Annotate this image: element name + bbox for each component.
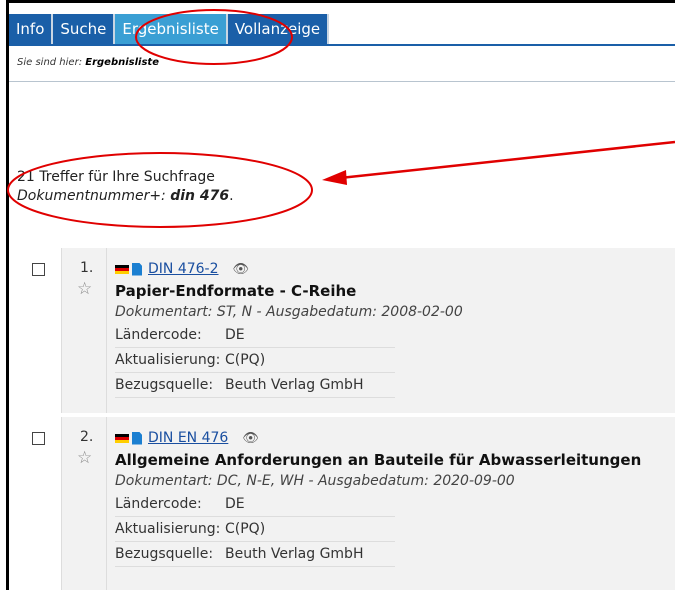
field-key: Bezugsquelle: bbox=[115, 546, 214, 562]
tab-bar: Info Suche Ergebnisliste Vollanzeige bbox=[9, 14, 330, 44]
field-value: DE bbox=[225, 327, 245, 343]
top-border bbox=[9, 0, 675, 3]
checkbox-cell bbox=[17, 248, 62, 413]
breadcrumb-prefix: Sie sind hier: bbox=[17, 57, 83, 68]
field-key: Bezugsquelle: bbox=[115, 377, 214, 393]
number-cell: 2. ☆ bbox=[62, 417, 107, 590]
result-number: 2. bbox=[80, 429, 94, 445]
field-value: C(PQ) bbox=[225, 521, 266, 537]
star-icon[interactable]: ☆ bbox=[77, 448, 92, 468]
field-key: Aktualisierung: bbox=[115, 521, 221, 537]
german-flag-icon bbox=[115, 264, 129, 274]
result-item: 2. ☆ DIN EN 476 👁 Allgemeine Anforderung… bbox=[17, 417, 675, 590]
separator bbox=[9, 81, 675, 82]
result-body: DIN 476-2 👁 Papier-Endformate - C-Reihe … bbox=[115, 258, 675, 398]
tab-info[interactable]: Info bbox=[9, 14, 54, 44]
tab-ergebnisliste[interactable]: Ergebnisliste bbox=[115, 14, 228, 44]
field-row: Aktualisierung: C(PQ) bbox=[115, 348, 395, 373]
field-row: Bezugsquelle: Beuth Verlag GmbH bbox=[115, 373, 395, 398]
query-end: . bbox=[229, 188, 234, 204]
query-label: Dokumentnummer+: bbox=[17, 188, 166, 204]
field-value: DE bbox=[225, 496, 245, 512]
eye-icon[interactable]: 👁 bbox=[233, 262, 250, 277]
field-row: Bezugsquelle: Beuth Verlag GmbH bbox=[115, 542, 395, 567]
result-title: Allgemeine Anforderungen an Bauteile für… bbox=[115, 451, 642, 469]
field-value: Beuth Verlag GmbH bbox=[225, 377, 364, 393]
breadcrumb: Sie sind hier: Ergebnisliste bbox=[17, 57, 159, 68]
field-row: Ländercode: DE bbox=[115, 492, 395, 517]
field-key: Aktualisierung: bbox=[115, 352, 221, 368]
tab-suche[interactable]: Suche bbox=[53, 14, 116, 44]
checkbox-cell bbox=[17, 417, 62, 590]
field-row: Aktualisierung: C(PQ) bbox=[115, 517, 395, 542]
german-flag-icon bbox=[115, 433, 129, 443]
breadcrumb-current: Ergebnisliste bbox=[85, 57, 159, 68]
result-meta: Dokumentart: DC, N-E, WH - Ausgabedatum:… bbox=[115, 473, 515, 489]
field-key: Ländercode: bbox=[115, 496, 202, 512]
document-icon bbox=[132, 262, 142, 276]
eye-icon[interactable]: 👁 bbox=[242, 431, 259, 446]
field-key: Ländercode: bbox=[115, 327, 202, 343]
result-item: 1. ☆ DIN 476-2 👁 Papier-Endformate - C-R… bbox=[17, 248, 675, 413]
query-value: din 476 bbox=[170, 188, 230, 204]
number-cell: 1. ☆ bbox=[62, 248, 107, 413]
hit-count-text: 21 Treffer für Ihre Suchfrage bbox=[17, 169, 215, 185]
tab-vollanzeige[interactable]: Vollanzeige bbox=[227, 14, 330, 44]
result-title: Papier-Endformate - C-Reihe bbox=[115, 282, 357, 300]
result-meta: Dokumentart: ST, N - Ausgabedatum: 2008-… bbox=[115, 304, 463, 320]
result-link[interactable]: DIN EN 476 bbox=[148, 430, 228, 446]
star-icon[interactable]: ☆ bbox=[77, 279, 92, 299]
select-checkbox[interactable] bbox=[32, 263, 45, 276]
field-row: Ländercode: DE bbox=[115, 323, 395, 348]
field-value: Beuth Verlag GmbH bbox=[225, 546, 364, 562]
result-link[interactable]: DIN 476-2 bbox=[148, 261, 219, 277]
hit-count: 21 Treffer für Ihre Suchfrage Dokumentnu… bbox=[17, 168, 234, 206]
field-value: C(PQ) bbox=[225, 352, 266, 368]
result-number: 1. bbox=[80, 260, 94, 276]
tab-underline bbox=[9, 44, 675, 46]
result-body: DIN EN 476 👁 Allgemeine Anforderungen an… bbox=[115, 427, 675, 567]
page-frame: Info Suche Ergebnisliste Vollanzeige Sie… bbox=[6, 0, 675, 590]
select-checkbox[interactable] bbox=[32, 432, 45, 445]
document-icon bbox=[132, 431, 142, 445]
